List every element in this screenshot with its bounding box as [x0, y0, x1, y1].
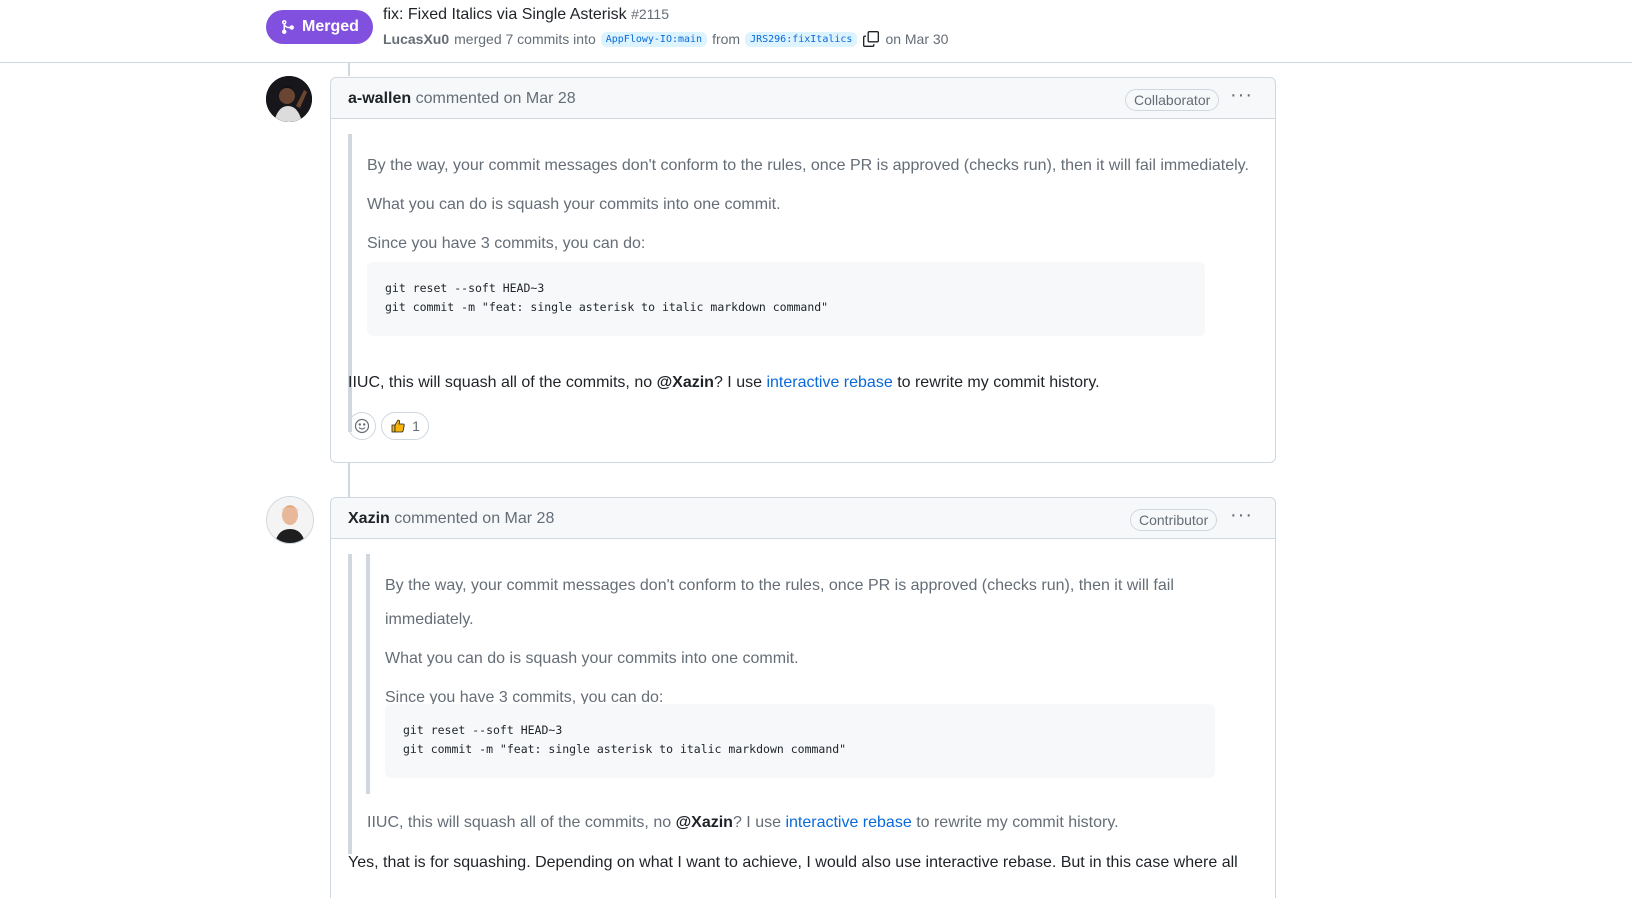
reply-text: IIUC, this will squash all of the commit… — [348, 374, 653, 391]
avatar-image — [266, 76, 312, 122]
smiley-icon — [354, 418, 370, 434]
interactive-rebase-link[interactable]: interactive rebase — [785, 814, 911, 831]
interactive-rebase-link[interactable]: interactive rebase — [766, 374, 892, 391]
blockquote — [348, 554, 352, 854]
git-merge-icon — [282, 20, 295, 34]
comment-author[interactable]: a-wallen — [348, 90, 411, 107]
pr-merge-meta: LucasXu0 merged 7 commits into AppFlowy-… — [383, 30, 948, 48]
more-options-icon[interactable]: ··· — [1230, 85, 1253, 105]
head-branch[interactable]: JRS296:fixItalics — [745, 31, 858, 47]
role-badge: Contributor — [1130, 509, 1218, 531]
merged-status-label: Merged — [302, 18, 359, 35]
comment-header: a-wallen commented on Mar 28 Collaborato… — [331, 78, 1275, 119]
comment-action: commented — [415, 90, 500, 107]
quote-line: By the way, your commit messages don't c… — [385, 577, 1174, 594]
code-block: git reset --soft HEAD~3 git commit -m "f… — [367, 262, 1205, 336]
role-badge: Collaborator — [1125, 89, 1220, 111]
pr-title: fix: Fixed Italics via Single Asterisk #… — [383, 6, 669, 24]
code-block: git reset --soft HEAD~3 git commit -m "f… — [385, 704, 1215, 778]
quote-text: ? I use — [732, 814, 781, 831]
reply-text: to rewrite my commit history. — [897, 374, 1100, 391]
from-text: from — [712, 31, 741, 47]
code-line: git commit -m "feat: single asterisk to … — [385, 300, 829, 314]
quote-text: to rewrite my commit history. — [916, 814, 1119, 831]
comment-card: Xazin commented on Mar 28 Contributor ··… — [330, 497, 1276, 898]
comment-reply: IIUC, this will squash all of the commit… — [348, 374, 1100, 392]
avatar-image — [267, 497, 313, 543]
quoted-reply: IIUC, this will squash all of the commit… — [367, 814, 1119, 832]
timeline-connector — [348, 62, 350, 76]
quote-line: Since you have 3 commits, you can do: — [367, 235, 646, 252]
reaction-count: 1 — [412, 418, 420, 434]
user-mention[interactable]: @Xazin — [676, 814, 733, 831]
comment-author-line: Xazin commented on Mar 28 — [348, 510, 554, 528]
thumbs-up-reaction[interactable]: 1 — [381, 412, 429, 440]
nested-blockquote — [366, 554, 370, 794]
code-line: git commit -m "feat: single asterisk to … — [403, 742, 847, 756]
code-line: git reset --soft HEAD~3 — [385, 281, 545, 295]
pr-title-text: fix: Fixed Italics via Single Asterisk — [383, 6, 627, 23]
pr-sticky-header: Merged fix: Fixed Italics via Single Ast… — [0, 0, 1632, 63]
merged-by-author[interactable]: LucasXu0 — [383, 31, 449, 47]
comment-date[interactable]: on Mar 28 — [504, 90, 576, 107]
quote-line: By the way, your commit messages don't c… — [367, 157, 1249, 174]
thumbs-up-icon — [391, 419, 405, 433]
base-branch[interactable]: AppFlowy-IO:main — [600, 31, 708, 47]
comment-reply: Yes, that is for squashing. Depending on… — [348, 854, 1238, 871]
code-line: git reset --soft HEAD~3 — [403, 723, 563, 737]
timeline-connector — [348, 460, 350, 498]
reply-text: ? I use — [713, 374, 762, 391]
merge-date: on Mar 30 — [885, 31, 949, 47]
quote-line: What you can do is squash your commits i… — [385, 650, 799, 667]
comment-action: commented — [394, 510, 478, 527]
comment-date[interactable]: on Mar 28 — [482, 510, 554, 527]
quote-line: What you can do is squash your commits i… — [367, 196, 781, 213]
comment-header: Xazin commented on Mar 28 Contributor ··… — [331, 498, 1275, 539]
quote-content: By the way, your commit messages don't c… — [385, 561, 1174, 723]
comment-author-line: a-wallen commented on Mar 28 — [348, 90, 576, 108]
comment-author[interactable]: Xazin — [348, 510, 390, 527]
quote-content: By the way, your commit messages don't c… — [367, 141, 1249, 269]
add-reaction-button[interactable] — [348, 412, 376, 440]
more-options-icon[interactable]: ··· — [1230, 505, 1253, 525]
avatar[interactable] — [266, 76, 312, 122]
user-mention[interactable]: @Xazin — [657, 374, 714, 391]
merged-status-badge: Merged — [266, 10, 373, 44]
quote-text: IIUC, this will squash all of the commit… — [367, 814, 672, 831]
quote-line: immediately. — [385, 611, 474, 628]
avatar[interactable] — [266, 496, 314, 544]
pr-number: #2115 — [631, 6, 669, 22]
copy-icon[interactable] — [862, 30, 880, 48]
comment-card: a-wallen commented on Mar 28 Collaborato… — [330, 77, 1276, 463]
merge-text: merged 7 commits into — [454, 31, 596, 47]
